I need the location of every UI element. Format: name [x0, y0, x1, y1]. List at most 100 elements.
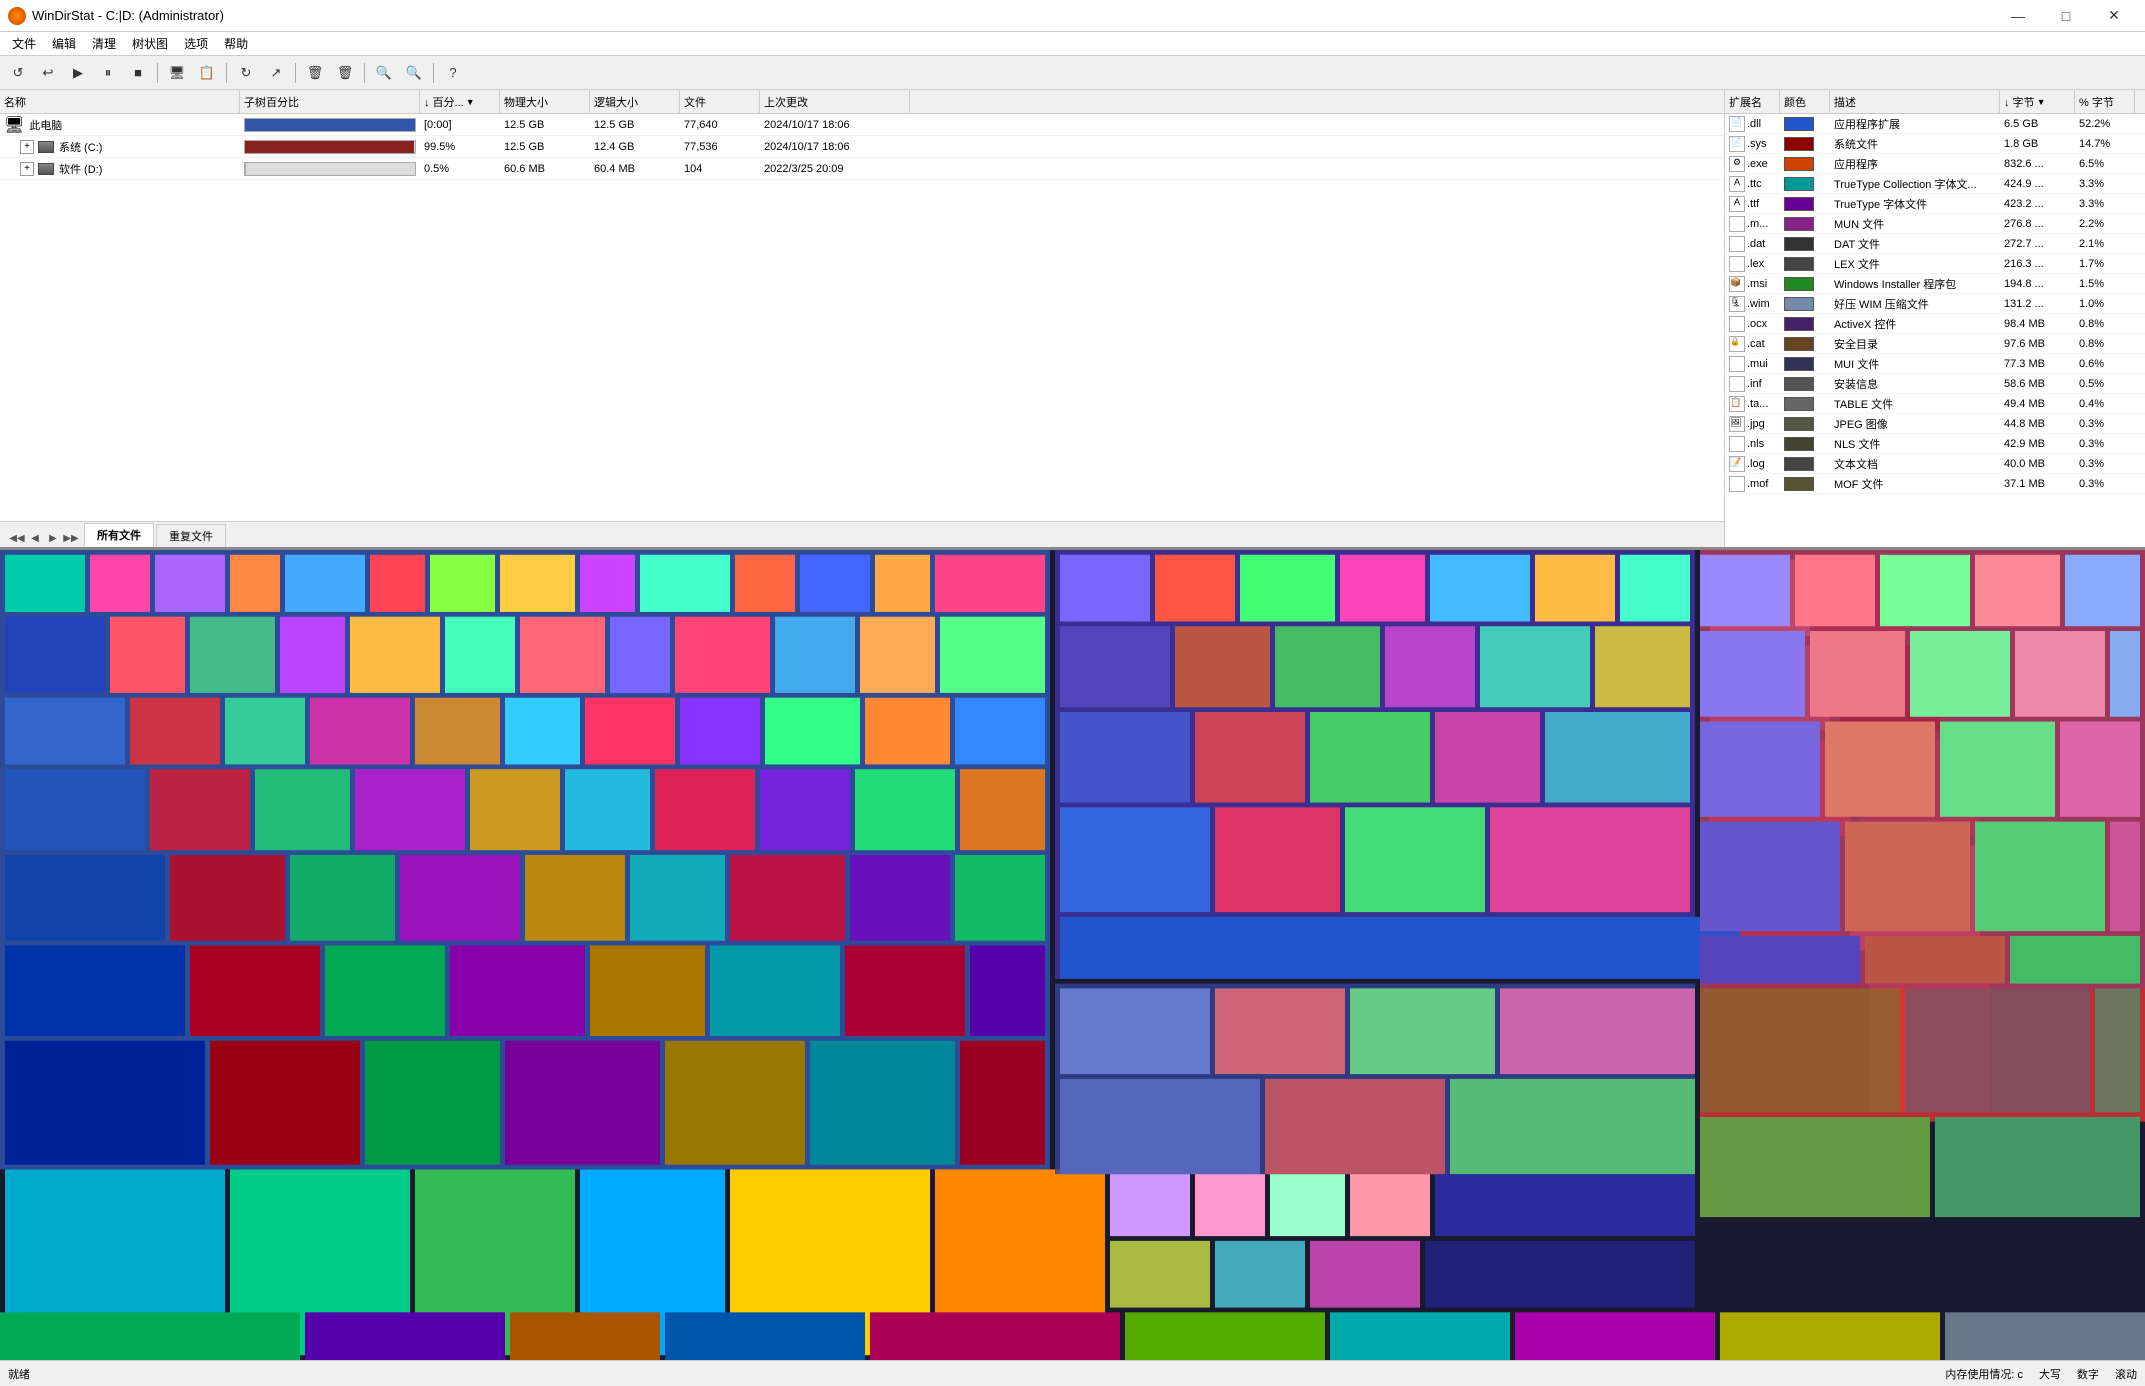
menu-help[interactable]: 帮助 — [216, 33, 256, 54]
tab-all-files[interactable]: 所有文件 — [84, 523, 154, 547]
color-swatch — [1784, 277, 1814, 291]
ext-icon: 📋 — [1729, 396, 1745, 412]
menu-clean[interactable]: 清理 — [84, 33, 124, 54]
toolbar-sep4 — [364, 63, 365, 83]
tab-duplicate-files[interactable]: 重复文件 — [156, 524, 226, 547]
toolbar-pause[interactable]: ⏸ — [94, 60, 122, 86]
file-tree-panel: 名称 子树百分比 ↓ 百分... ▼ 物理大小 逻辑大小 文件 — [0, 90, 1725, 547]
tree-body: 🖥 此电脑 [0:00] 12.5 GB 12.5 GB 77,640 2024… — [0, 114, 1724, 521]
ext-body: 📄 .dll 应用程序扩展 6.5 GB 52.2% 📄 .sys — [1725, 114, 2145, 547]
minimize-button[interactable]: — — [1995, 0, 2041, 32]
list-item[interactable]: .lex LEX 文件 216.3 ... 1.7% — [1725, 254, 2145, 274]
nav-arrows: ◀◀ ◀ ▶ ▶▶ — [4, 529, 84, 547]
status-right: 内存使用情况: c 大写 数字 滚动 — [1945, 1366, 2137, 1382]
col-header-files[interactable]: 文件 — [680, 90, 760, 113]
col-header-physize[interactable]: 物理大小 — [500, 90, 590, 113]
ext-icon — [1729, 316, 1745, 332]
toolbar-sep5 — [433, 63, 434, 83]
toolbar-sep1 — [157, 63, 158, 83]
ext-col-header-pct[interactable]: % 字节 — [2075, 90, 2135, 113]
list-item[interactable]: 📄 .sys 系统文件 1.8 GB 14.7% — [1725, 134, 2145, 154]
list-item[interactable]: ⚙ .exe 应用程序 832.6 ... 6.5% — [1725, 154, 2145, 174]
list-item[interactable]: 🔒 .cat 安全目录 97.6 MB 0.8% — [1725, 334, 2145, 354]
list-item[interactable]: .mof MOF 文件 37.1 MB 0.3% — [1725, 474, 2145, 494]
menu-treemap[interactable]: 树状图 — [124, 33, 176, 54]
menu-options[interactable]: 选项 — [176, 33, 216, 54]
bar-fill — [245, 141, 414, 153]
nav-first[interactable]: ◀◀ — [8, 529, 26, 547]
ext-col-header-desc[interactable]: 描述 — [1830, 90, 2000, 113]
list-item[interactable]: .ocx ActiveX 控件 98.4 MB 0.8% — [1725, 314, 2145, 334]
ext-icon: 🔒 — [1729, 336, 1745, 352]
toolbar-zoom-out[interactable]: 🔍 — [400, 60, 428, 86]
table-row[interactable]: 🖥 此电脑 [0:00] 12.5 GB 12.5 GB 77,640 2024… — [0, 114, 1724, 136]
num-lock-indicator: 数字 — [2077, 1366, 2099, 1382]
nav-last[interactable]: ▶▶ — [62, 529, 80, 547]
expand-btn[interactable]: + — [20, 140, 34, 154]
list-item[interactable]: .mui MUI 文件 77.3 MB 0.6% — [1725, 354, 2145, 374]
list-item[interactable]: A .ttf TrueType 字体文件 423.2 ... 3.3% — [1725, 194, 2145, 214]
toolbar-zoom-in[interactable]: 🔍 — [370, 60, 398, 86]
list-item[interactable]: .nls NLS 文件 42.9 MB 0.3% — [1725, 434, 2145, 454]
color-swatch — [1784, 217, 1814, 231]
list-item[interactable]: 🗜 .wim 好压 WIM 压缩文件 131.2 ... 1.0% — [1725, 294, 2145, 314]
ext-icon: A — [1729, 196, 1745, 212]
color-swatch — [1784, 137, 1814, 151]
menu-bar: 文件 编辑 清理 树状图 选项 帮助 — [0, 32, 2145, 56]
bar-bg — [244, 162, 416, 176]
expand-btn[interactable]: + — [20, 162, 34, 176]
toolbar-stop[interactable]: ■ — [124, 60, 152, 86]
toolbar-reload[interactable]: ↻ — [232, 60, 260, 86]
list-item[interactable]: 🖼 .jpg JPEG 图像 44.8 MB 0.3% — [1725, 414, 2145, 434]
table-row[interactable]: + 软件 (D:) 0.5% 60.6 MB 60.4 MB 104 2022/… — [0, 158, 1724, 180]
toolbar-copy[interactable]: 📋 — [193, 60, 221, 86]
bar-fill — [245, 163, 246, 175]
close-button[interactable]: ✕ — [2091, 0, 2137, 32]
ext-icon: 📄 — [1729, 136, 1745, 152]
toolbar-refresh[interactable]: ↺ — [4, 60, 32, 86]
ext-col-header-color[interactable]: 颜色 — [1780, 90, 1830, 113]
title-text: WinDirStat - C:|D: (Administrator) — [32, 8, 224, 23]
color-swatch — [1784, 297, 1814, 311]
nav-next[interactable]: ▶ — [44, 529, 62, 547]
treemap-area[interactable] — [0, 550, 2145, 1360]
app-icon — [8, 7, 26, 25]
maximize-button[interactable]: □ — [2043, 0, 2089, 32]
table-row[interactable]: + 系统 (C:) 99.5% 12.5 GB 12.4 GB 77,536 2… — [0, 136, 1724, 158]
list-item[interactable]: 📦 .msi Windows Installer 程序包 194.8 ... 1… — [1725, 274, 2145, 294]
toolbar-computer[interactable]: 🖥 — [163, 60, 191, 86]
list-item[interactable]: 📄 .dll 应用程序扩展 6.5 GB 52.2% — [1725, 114, 2145, 134]
color-swatch — [1784, 397, 1814, 411]
ext-col-header-ext[interactable]: 扩展名 — [1725, 90, 1780, 113]
toolbar-delete1[interactable]: 🗑 — [301, 60, 329, 86]
toolbar-export[interactable]: ↗ — [262, 60, 290, 86]
ext-panel: 扩展名 颜色 描述 ↓ 字节 ▼ % 字节 — [1725, 90, 2145, 547]
ext-icon: ⚙ — [1729, 156, 1745, 172]
list-item[interactable]: .dat DAT 文件 272.7 ... 2.1% — [1725, 234, 2145, 254]
col-header-percent[interactable]: ↓ 百分... ▼ — [420, 90, 500, 113]
ext-col-header-bytes[interactable]: ↓ 字节 ▼ — [2000, 90, 2075, 113]
drive-icon — [38, 163, 54, 175]
nav-prev[interactable]: ◀ — [26, 529, 44, 547]
ext-icon: 🗜 — [1729, 296, 1745, 312]
col-header-lastmod[interactable]: 上次更改 — [760, 90, 910, 113]
toolbar-help[interactable]: ? — [439, 60, 467, 86]
toolbar-back[interactable]: ↩ — [34, 60, 62, 86]
color-swatch — [1784, 337, 1814, 351]
ext-icon — [1729, 256, 1745, 272]
list-item[interactable]: 📋 .ta... TABLE 文件 49.4 MB 0.4% — [1725, 394, 2145, 414]
title-bar-controls: — □ ✕ — [1995, 0, 2137, 32]
menu-edit[interactable]: 编辑 — [44, 33, 84, 54]
col-header-logsize[interactable]: 逻辑大小 — [590, 90, 680, 113]
bar-bg — [244, 140, 416, 154]
list-item[interactable]: A .ttc TrueType Collection 字体文... 424.9 … — [1725, 174, 2145, 194]
toolbar-play[interactable]: ▶ — [64, 60, 92, 86]
toolbar-delete2[interactable]: 🗑 — [331, 60, 359, 86]
list-item[interactable]: .m... MUN 文件 276.8 ... 2.2% — [1725, 214, 2145, 234]
list-item[interactable]: .inf 安装信息 58.6 MB 0.5% — [1725, 374, 2145, 394]
col-header-name[interactable]: 名称 — [0, 90, 240, 113]
list-item[interactable]: 📝 .log 文本文档 40.0 MB 0.3% — [1725, 454, 2145, 474]
col-header-subtree[interactable]: 子树百分比 — [240, 90, 420, 113]
color-swatch — [1784, 117, 1814, 131]
menu-file[interactable]: 文件 — [4, 33, 44, 54]
